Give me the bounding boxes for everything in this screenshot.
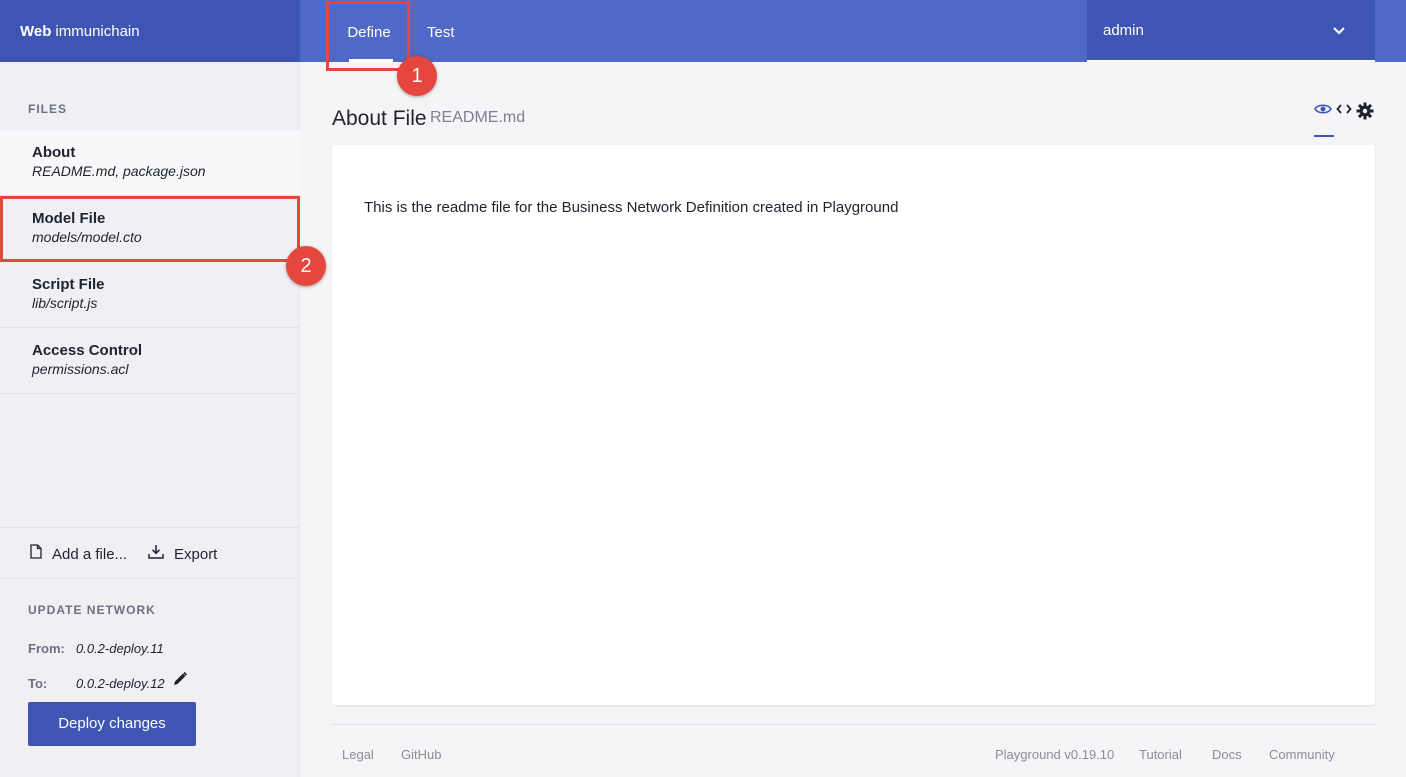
file-item-title: Script File (32, 276, 105, 293)
file-icon (30, 544, 42, 563)
file-item-script[interactable]: Script File lib/script.js (0, 262, 300, 328)
app-brand[interactable]: Web immunichain (0, 0, 300, 62)
to-version-row: To: 0.0.2-deploy.12 (28, 671, 188, 691)
file-item-title: Access Control (32, 342, 143, 359)
top-bar: Web immunichain Define Test admin (0, 0, 1406, 62)
footer-link-legal[interactable]: Legal (342, 747, 374, 762)
export-button[interactable]: Export (148, 544, 217, 563)
to-version: 0.0.2-deploy.12 (76, 676, 165, 691)
download-icon (148, 544, 164, 563)
add-file-button[interactable]: Add a file... (30, 544, 127, 563)
from-label: From: (28, 641, 65, 656)
gear-icon[interactable] (1356, 102, 1374, 124)
page-title: About File (332, 107, 427, 130)
active-view-indicator (1314, 135, 1334, 137)
file-item-subtitle: lib/script.js (32, 295, 98, 311)
to-label: To: (28, 676, 48, 691)
pencil-icon[interactable] (172, 671, 188, 690)
view-toggles (1314, 102, 1374, 122)
update-network-title: UPDATE NETWORK (28, 603, 156, 617)
highlight-box-define-tab (326, 1, 410, 71)
tab-test-label: Test (427, 24, 455, 41)
footer-version: Playground v0.19.10 (995, 747, 1115, 762)
user-name: admin (1103, 22, 1144, 39)
file-preview: This is the readme file for the Business… (332, 145, 1375, 705)
from-version: 0.0.2-deploy.11 (76, 641, 164, 656)
brand-bold: Web (20, 23, 52, 40)
file-item-subtitle: README.md, package.json (32, 163, 206, 179)
callout-badge-1: 1 (397, 56, 437, 96)
file-actions: Add a file... Export (0, 527, 300, 579)
file-item-access-control[interactable]: Access Control permissions.acl (0, 328, 300, 394)
footer-link-github[interactable]: GitHub (401, 747, 441, 762)
from-version-row: From: 0.0.2-deploy.11 (28, 641, 164, 656)
page-subtitle: README.md (430, 109, 526, 126)
file-item-subtitle: permissions.acl (32, 361, 129, 377)
eye-icon[interactable] (1314, 102, 1332, 120)
brand-name: immunichain (55, 23, 140, 40)
file-item-about[interactable]: About README.md, package.json (0, 130, 300, 196)
footer-link-community[interactable]: Community (1269, 747, 1335, 762)
callout-badge-2: 2 (286, 246, 326, 286)
footer-link-tutorial[interactable]: Tutorial (1139, 747, 1182, 762)
highlight-box-model-file (0, 196, 300, 262)
add-file-label: Add a file... (52, 546, 128, 563)
chevron-down-icon (1333, 24, 1345, 38)
files-section-title: FILES (28, 102, 68, 116)
readme-content: This is the readme file for the Business… (364, 199, 899, 216)
footer-link-docs[interactable]: Docs (1212, 747, 1242, 762)
file-item-title: About (32, 144, 76, 161)
export-label: Export (174, 546, 218, 563)
deploy-changes-button[interactable]: Deploy changes (28, 702, 196, 746)
footer: Legal GitHub Playground v0.19.10 Tutoria… (332, 724, 1375, 777)
user-dropdown[interactable]: admin (1087, 0, 1375, 62)
tab-test[interactable]: Test (427, 0, 455, 62)
code-icon[interactable] (1336, 102, 1352, 120)
sidebar: FILES About README.md, package.json Mode… (0, 62, 300, 777)
